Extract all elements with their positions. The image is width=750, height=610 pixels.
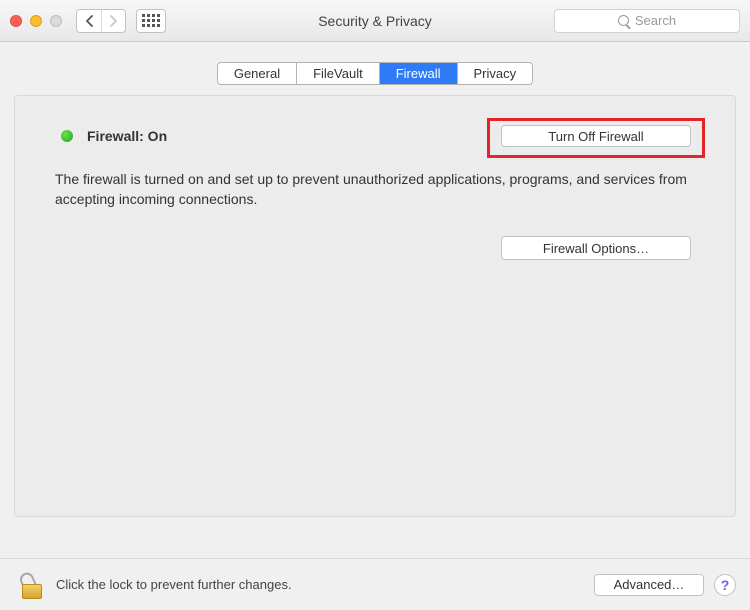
forward-button [101, 10, 125, 32]
zoom-window-button[interactable] [50, 15, 62, 27]
tab-firewall[interactable]: Firewall [379, 63, 457, 84]
help-button[interactable]: ? [714, 574, 736, 596]
window-title: Security & Privacy [318, 13, 432, 29]
firewall-status-label: Firewall: On [87, 128, 167, 144]
footer: Click the lock to prevent further change… [0, 558, 750, 610]
search-placeholder: Search [635, 13, 676, 28]
firewall-options-button[interactable]: Firewall Options… [501, 236, 691, 260]
firewall-description: The firewall is turned on and set up to … [55, 170, 695, 209]
lock-icon[interactable] [22, 571, 44, 599]
tab-privacy[interactable]: Privacy [457, 63, 533, 84]
titlebar: Security & Privacy Search [0, 0, 750, 42]
search-field[interactable]: Search [554, 9, 740, 33]
status-indicator-icon [61, 130, 73, 142]
search-icon [618, 15, 629, 26]
advanced-button[interactable]: Advanced… [594, 574, 704, 596]
firewall-panel: Firewall: On Turn Off Firewall The firew… [14, 95, 736, 517]
lock-hint-text: Click the lock to prevent further change… [56, 577, 292, 592]
turn-off-firewall-button[interactable]: Turn Off Firewall [501, 125, 691, 147]
tab-filevault[interactable]: FileVault [296, 63, 379, 84]
tab-bar: General FileVault Firewall Privacy [14, 62, 736, 85]
content-area: General FileVault Firewall Privacy Firew… [0, 42, 750, 517]
grid-icon [142, 14, 160, 27]
back-button[interactable] [77, 10, 101, 32]
close-window-button[interactable] [10, 15, 22, 27]
show-all-button[interactable] [136, 9, 166, 33]
minimize-window-button[interactable] [30, 15, 42, 27]
nav-buttons [76, 9, 126, 33]
tab-general[interactable]: General [218, 63, 296, 84]
tab-strip: General FileVault Firewall Privacy [217, 62, 533, 85]
window-controls [10, 15, 62, 27]
